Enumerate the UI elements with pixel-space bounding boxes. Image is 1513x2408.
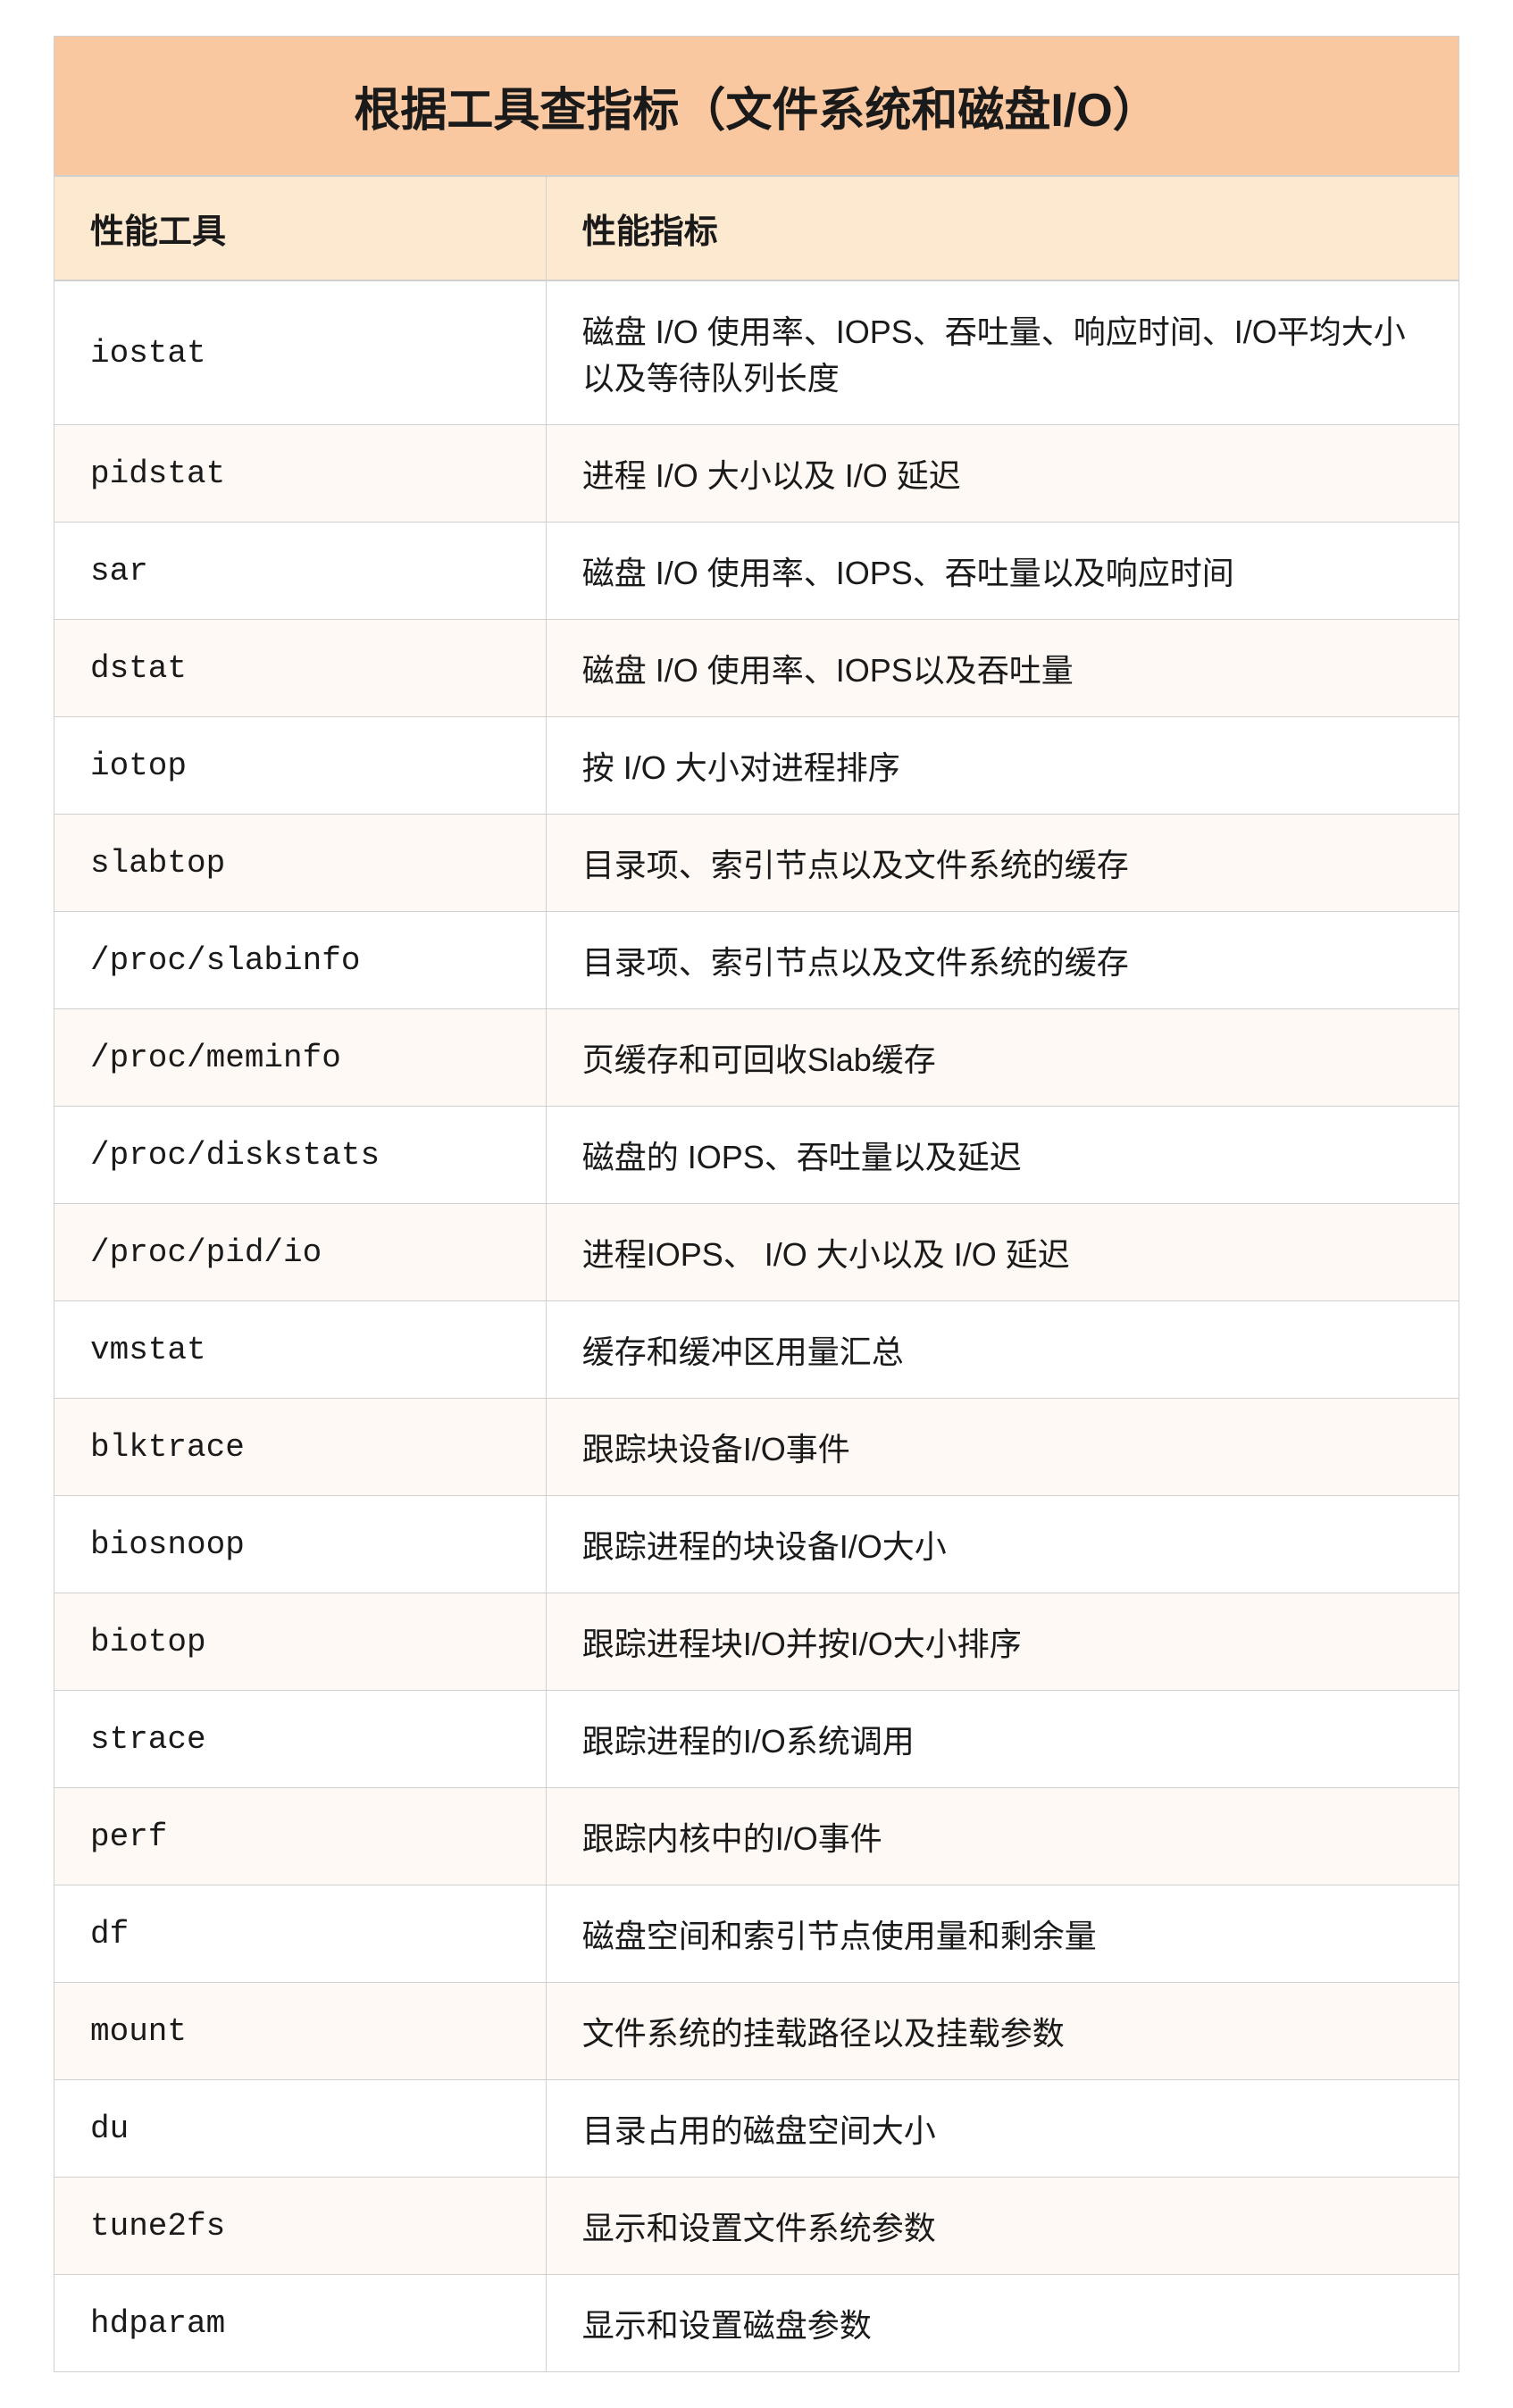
metric-cell: 磁盘 I/O 使用率、IOPS、吞吐量以及响应时间 <box>546 523 1459 620</box>
metric-cell: 目录项、索引节点以及文件系统的缓存 <box>546 815 1459 912</box>
tool-cell: du <box>54 2080 546 2178</box>
tool-cell: /proc/diskstats <box>54 1107 546 1204</box>
table-row: /proc/meminfo页缓存和可回收Slab缓存 <box>54 1009 1459 1107</box>
tool-cell: /proc/meminfo <box>54 1009 546 1107</box>
metric-cell: 页缓存和可回收Slab缓存 <box>546 1009 1459 1107</box>
tool-cell: slabtop <box>54 815 546 912</box>
tool-cell: strace <box>54 1691 546 1788</box>
tool-cell: tune2fs <box>54 2178 546 2275</box>
table-row: strace跟踪进程的I/O系统调用 <box>54 1691 1459 1788</box>
metric-cell: 显示和设置文件系统参数 <box>546 2178 1459 2275</box>
tool-cell: dstat <box>54 620 546 717</box>
table-row: hdparam显示和设置磁盘参数 <box>54 2275 1459 2372</box>
tool-cell: vmstat <box>54 1301 546 1399</box>
metric-cell: 跟踪进程块I/O并按I/O大小排序 <box>546 1593 1459 1691</box>
col-header-tool: 性能工具 <box>54 177 546 280</box>
table-row: mount文件系统的挂载路径以及挂载参数 <box>54 1983 1459 2080</box>
tool-cell: hdparam <box>54 2275 546 2372</box>
metric-cell: 按 I/O 大小对进程排序 <box>546 717 1459 815</box>
tool-cell: /proc/slabinfo <box>54 912 546 1009</box>
metric-cell: 缓存和缓冲区用量汇总 <box>546 1301 1459 1399</box>
metric-cell: 磁盘的 IOPS、吞吐量以及延迟 <box>546 1107 1459 1204</box>
tool-cell: pidstat <box>54 425 546 523</box>
tool-cell: biotop <box>54 1593 546 1691</box>
metric-cell: 跟踪块设备I/O事件 <box>546 1399 1459 1496</box>
metric-cell: 磁盘 I/O 使用率、IOPS、吞吐量、响应时间、I/O平均大小以及等待队列长度 <box>546 280 1459 425</box>
table-row: /proc/diskstats磁盘的 IOPS、吞吐量以及延迟 <box>54 1107 1459 1204</box>
tool-cell: biosnoop <box>54 1496 546 1593</box>
col-header-metric: 性能指标 <box>546 177 1459 280</box>
table-row: vmstat缓存和缓冲区用量汇总 <box>54 1301 1459 1399</box>
table-row: /proc/pid/io进程IOPS、 I/O 大小以及 I/O 延迟 <box>54 1204 1459 1301</box>
table-row: /proc/slabinfo目录项、索引节点以及文件系统的缓存 <box>54 912 1459 1009</box>
tool-cell: iotop <box>54 717 546 815</box>
metric-cell: 跟踪内核中的I/O事件 <box>546 1788 1459 1885</box>
metric-cell: 磁盘 I/O 使用率、IOPS以及吞吐量 <box>546 620 1459 717</box>
tool-cell: mount <box>54 1983 546 2080</box>
metric-cell: 文件系统的挂载路径以及挂载参数 <box>546 1983 1459 2080</box>
table-row: du目录占用的磁盘空间大小 <box>54 2080 1459 2178</box>
tool-cell: iostat <box>54 280 546 425</box>
page-wrapper: 根据工具查指标（文件系统和磁盘I/O） 性能工具 性能指标 iostat磁盘 I… <box>0 0 1513 2408</box>
table-row: tune2fs显示和设置文件系统参数 <box>54 2178 1459 2275</box>
table-header-row: 性能工具 性能指标 <box>54 177 1459 280</box>
metric-cell: 进程 I/O 大小以及 I/O 延迟 <box>546 425 1459 523</box>
metric-cell: 跟踪进程的块设备I/O大小 <box>546 1496 1459 1593</box>
table-row: biotop跟踪进程块I/O并按I/O大小排序 <box>54 1593 1459 1691</box>
table-row: slabtop目录项、索引节点以及文件系统的缓存 <box>54 815 1459 912</box>
tool-cell: perf <box>54 1788 546 1885</box>
table-row: perf跟踪内核中的I/O事件 <box>54 1788 1459 1885</box>
metric-cell: 跟踪进程的I/O系统调用 <box>546 1691 1459 1788</box>
main-table: 性能工具 性能指标 iostat磁盘 I/O 使用率、IOPS、吞吐量、响应时间… <box>54 177 1459 2371</box>
page-title: 根据工具查指标（文件系统和磁盘I/O） <box>54 37 1459 177</box>
table-row: iotop按 I/O 大小对进程排序 <box>54 717 1459 815</box>
table-row: sar磁盘 I/O 使用率、IOPS、吞吐量以及响应时间 <box>54 523 1459 620</box>
table-row: blktrace跟踪块设备I/O事件 <box>54 1399 1459 1496</box>
tool-cell: blktrace <box>54 1399 546 1496</box>
table-body: iostat磁盘 I/O 使用率、IOPS、吞吐量、响应时间、I/O平均大小以及… <box>54 280 1459 2371</box>
metric-cell: 目录占用的磁盘空间大小 <box>546 2080 1459 2178</box>
tool-cell: sar <box>54 523 546 620</box>
table-row: biosnoop跟踪进程的块设备I/O大小 <box>54 1496 1459 1593</box>
tool-cell: /proc/pid/io <box>54 1204 546 1301</box>
metric-cell: 显示和设置磁盘参数 <box>546 2275 1459 2372</box>
metric-cell: 目录项、索引节点以及文件系统的缓存 <box>546 912 1459 1009</box>
metric-cell: 磁盘空间和索引节点使用量和剩余量 <box>546 1885 1459 1983</box>
table-container: 根据工具查指标（文件系统和磁盘I/O） 性能工具 性能指标 iostat磁盘 I… <box>54 36 1459 2372</box>
table-row: df磁盘空间和索引节点使用量和剩余量 <box>54 1885 1459 1983</box>
table-row: pidstat进程 I/O 大小以及 I/O 延迟 <box>54 425 1459 523</box>
tool-cell: df <box>54 1885 546 1983</box>
table-row: dstat磁盘 I/O 使用率、IOPS以及吞吐量 <box>54 620 1459 717</box>
metric-cell: 进程IOPS、 I/O 大小以及 I/O 延迟 <box>546 1204 1459 1301</box>
table-row: iostat磁盘 I/O 使用率、IOPS、吞吐量、响应时间、I/O平均大小以及… <box>54 280 1459 425</box>
